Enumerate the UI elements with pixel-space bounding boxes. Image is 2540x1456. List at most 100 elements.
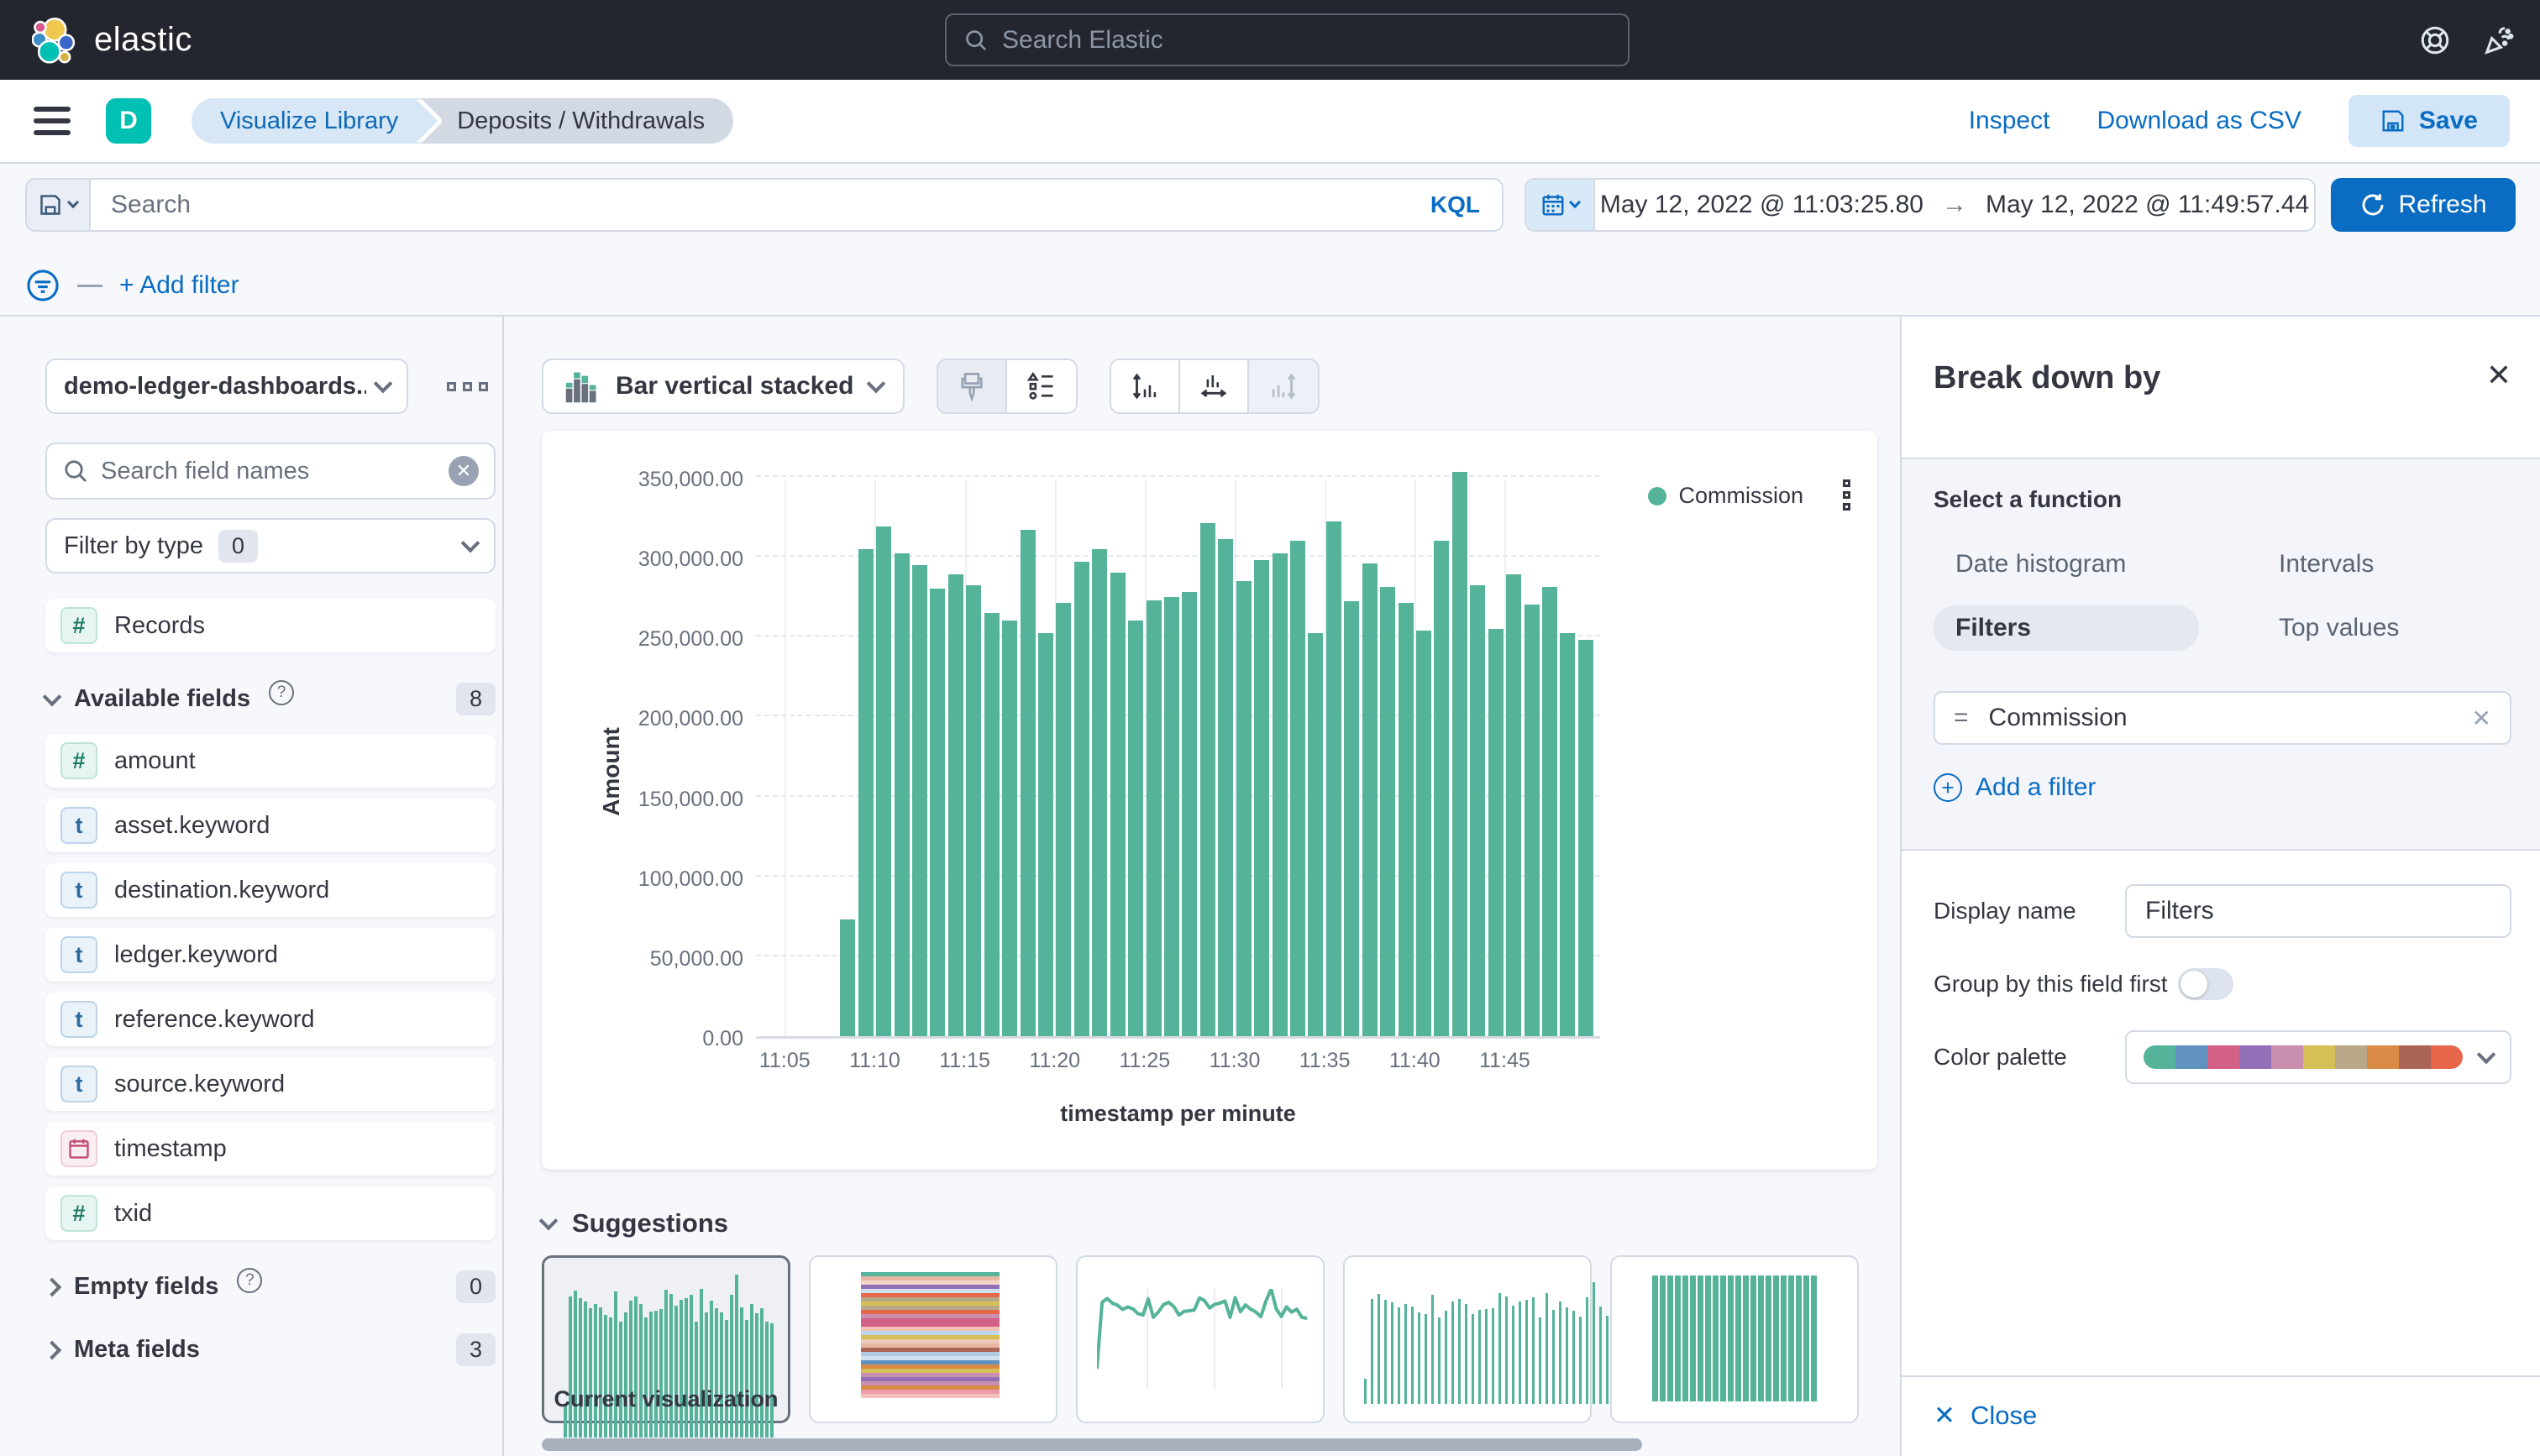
bar-11:36[interactable] [1344, 601, 1359, 1036]
bar-11:38[interactable] [1380, 587, 1395, 1036]
chart-plot-area[interactable] [756, 479, 1600, 1039]
field-item-reference.keyword[interactable]: treference.keyword [45, 992, 496, 1046]
function-top-values[interactable]: Top values [2257, 605, 2421, 651]
bar-11:19[interactable] [1038, 633, 1053, 1036]
bar-11:21[interactable] [1074, 562, 1089, 1036]
data-view-options-icon[interactable] [447, 382, 488, 391]
bar-11:49[interactable] [1578, 640, 1593, 1036]
bar-11:08[interactable] [840, 919, 855, 1036]
elastic-brand[interactable]: elastic [32, 16, 192, 65]
bar-11:24[interactable] [1128, 621, 1143, 1036]
global-search-input[interactable] [1002, 26, 1611, 55]
bar-11:32[interactable] [1273, 553, 1288, 1036]
kql-language-button[interactable]: KQL [1409, 180, 1502, 230]
suggestion-stacked-percentage[interactable] [809, 1255, 1057, 1423]
bar-11:45[interactable] [1506, 574, 1521, 1036]
bar-11:25[interactable] [1147, 600, 1162, 1036]
bar-11:29[interactable] [1218, 539, 1233, 1036]
kql-query-input[interactable] [111, 191, 1388, 219]
bar-11:14[interactable] [948, 574, 963, 1036]
bar-11:09[interactable] [858, 549, 874, 1036]
date-end[interactable]: May 12, 2022 @ 11:49:57.44 [1986, 191, 2309, 219]
breadcrumb-visualize-library[interactable]: Visualize Library [192, 98, 422, 144]
bar-11:16[interactable] [984, 613, 1000, 1036]
suggestion-thin-bars[interactable] [1343, 1255, 1592, 1423]
bar-11:42[interactable] [1452, 472, 1467, 1036]
bottom-axis-button[interactable] [1180, 360, 1249, 412]
date-start[interactable]: May 12, 2022 @ 11:03:25.80 [1600, 191, 1923, 219]
field-group-empty-fields[interactable]: Empty fields?0 [45, 1270, 496, 1303]
field-group-meta-fields[interactable]: Meta fields3 [45, 1333, 496, 1366]
bar-11:48[interactable] [1560, 633, 1575, 1036]
suggestion-current[interactable]: Current visualization [542, 1255, 790, 1423]
color-palette-dropdown[interactable] [2125, 1030, 2511, 1084]
field-group-available-fields[interactable]: Available fields?8 [45, 683, 496, 715]
global-search[interactable] [945, 13, 1629, 66]
field-item-destination.keyword[interactable]: tdestination.keyword [45, 863, 496, 917]
function-intervals[interactable]: Intervals [2257, 542, 2396, 587]
save-button[interactable]: Save [2348, 95, 2510, 147]
bar-11:13[interactable] [930, 589, 945, 1036]
bar-11:23[interactable] [1110, 573, 1126, 1036]
function-filters[interactable]: Filters [1934, 605, 2199, 651]
legend-actions-icon[interactable] [1843, 479, 1850, 511]
group-by-toggle[interactable] [2178, 968, 2233, 1000]
close-panel-icon[interactable]: ✕ [2486, 360, 2511, 390]
filter-pill-commission[interactable]: = Commission ✕ [1934, 691, 2511, 745]
bar-11:31[interactable] [1254, 560, 1269, 1036]
bar-11:41[interactable] [1434, 541, 1449, 1036]
saved-query-menu-button[interactable] [27, 180, 91, 230]
bar-11:46[interactable] [1525, 605, 1540, 1036]
add-a-filter-button[interactable]: + Add a filter [1934, 773, 2096, 802]
bar-11:18[interactable] [1021, 530, 1036, 1036]
bar-11:35[interactable] [1326, 521, 1341, 1036]
suggestions-toggle[interactable]: Suggestions [542, 1208, 1877, 1239]
records-field[interactable]: # Records [45, 599, 496, 652]
download-csv-button[interactable]: Download as CSV [2097, 107, 2301, 135]
display-name-input[interactable] [2125, 884, 2511, 938]
bar-11:28[interactable] [1200, 523, 1215, 1036]
legend-options-button[interactable] [1007, 360, 1076, 412]
data-view-selector[interactable]: demo-ledger-dashboards... [45, 359, 408, 414]
bar-11:11[interactable] [895, 553, 910, 1036]
filter-by-type-dropdown[interactable]: Filter by type 0 [45, 518, 496, 573]
bar-11:30[interactable] [1236, 581, 1252, 1036]
bar-11:20[interactable] [1056, 603, 1071, 1036]
bar-11:27[interactable] [1182, 592, 1197, 1036]
bar-11:40[interactable] [1416, 631, 1431, 1036]
suggestion-full-bars[interactable] [1610, 1255, 1859, 1423]
bar-11:43[interactable] [1470, 585, 1485, 1036]
bar-11:17[interactable] [1002, 621, 1017, 1036]
field-item-amount[interactable]: #amount [45, 734, 496, 788]
clear-search-icon[interactable]: ✕ [449, 456, 479, 486]
bar-11:33[interactable] [1290, 541, 1305, 1036]
remove-filter-icon[interactable]: ✕ [2472, 704, 2491, 732]
legend-item-commission[interactable]: Commission [1648, 483, 1803, 509]
function-date-histogram[interactable]: Date histogram [1934, 542, 2148, 587]
bar-11:15[interactable] [966, 585, 981, 1036]
left-axis-button[interactable] [1111, 360, 1180, 412]
menu-icon[interactable] [34, 107, 71, 135]
close-panel-button[interactable]: ✕ Close [1934, 1401, 2037, 1431]
field-item-timestamp[interactable]: timestamp [45, 1122, 496, 1176]
filter-icon[interactable] [25, 268, 60, 303]
chart-type-selector[interactable]: Bar vertical stacked [542, 359, 905, 414]
field-item-asset.keyword[interactable]: tasset.keyword [45, 799, 496, 852]
refresh-button[interactable]: Refresh [2331, 178, 2516, 232]
suggestions-scrollbar[interactable] [542, 1438, 1642, 1451]
bar-11:10[interactable] [876, 526, 891, 1036]
suggestion-line[interactable] [1076, 1255, 1325, 1423]
bar-11:22[interactable] [1092, 549, 1107, 1036]
add-filter-button[interactable]: + Add filter [119, 271, 239, 300]
date-quick-menu-button[interactable] [1526, 180, 1595, 230]
field-item-ledger.keyword[interactable]: tledger.keyword [45, 928, 496, 982]
visual-options-button[interactable] [938, 360, 1007, 412]
bar-11:12[interactable] [912, 565, 927, 1036]
field-search-input[interactable] [101, 458, 437, 485]
bar-11:39[interactable] [1399, 603, 1414, 1036]
bar-11:37[interactable] [1362, 563, 1378, 1036]
bar-11:47[interactable] [1542, 587, 1557, 1036]
whats-new-icon[interactable] [2483, 24, 2515, 56]
help-icon[interactable] [2419, 24, 2451, 56]
bar-11:34[interactable] [1308, 633, 1323, 1036]
